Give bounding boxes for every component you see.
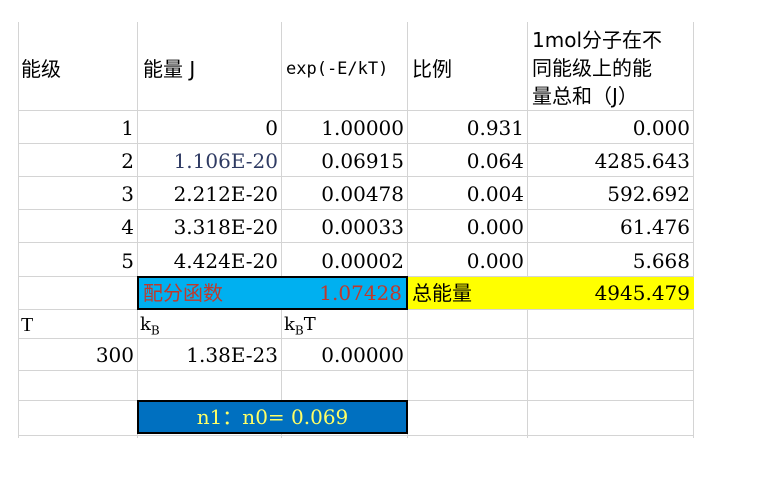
header-energy[interactable]: 能量 J — [140, 57, 281, 81]
cell-total[interactable]: 61.476 — [527, 215, 693, 239]
cell-exp[interactable]: 0.06915 — [281, 149, 407, 173]
total-energy-value: 4945.479 — [594, 281, 690, 305]
cell-level[interactable]: 5 — [18, 249, 137, 273]
grid-line — [18, 435, 694, 436]
total-energy-label: 总能量 — [412, 281, 472, 305]
header-exp[interactable]: exp(-E/kT) — [283, 57, 407, 81]
grid-line — [18, 110, 694, 111]
header-total-line: 量总和（J） — [532, 84, 638, 108]
cell-total[interactable]: 0.000 — [527, 116, 693, 140]
header-level[interactable]: 能级 — [18, 57, 137, 81]
cell-exp[interactable]: 0.00033 — [281, 215, 407, 239]
header-ratio[interactable]: 比例 — [409, 57, 527, 81]
cell-ratio[interactable]: 0.000 — [407, 215, 527, 239]
cell-total[interactable]: 592.692 — [527, 182, 693, 206]
cell-exp[interactable]: 1.00000 — [281, 116, 407, 140]
value-kbt[interactable]: 0.00000 — [281, 343, 407, 367]
grid-line — [18, 143, 694, 144]
partition-function-label: 配分函数 — [143, 281, 223, 305]
cell-ratio[interactable]: 0.064 — [407, 149, 527, 173]
cell-exp[interactable]: 0.00002 — [281, 249, 407, 273]
header-total[interactable]: 1mol分子在不 同能级上的能 量总和（J） — [529, 26, 693, 110]
partition-function-value: 1.07428 — [319, 281, 402, 305]
grid-line — [18, 370, 694, 371]
label-kbt[interactable]: kBT — [281, 313, 407, 343]
cell-ratio[interactable]: 0.004 — [407, 182, 527, 206]
cell-energy[interactable]: 0 — [137, 116, 281, 140]
grid-line — [18, 242, 694, 243]
cell-exp[interactable]: 0.00478 — [281, 182, 407, 206]
label-kbt-k: k — [284, 314, 295, 335]
grid-line — [18, 209, 694, 210]
cell-ratio[interactable]: 0.931 — [407, 116, 527, 140]
cell-level[interactable]: 1 — [18, 116, 137, 140]
value-t[interactable]: 300 — [18, 343, 137, 367]
label-kbt-t: T — [303, 314, 316, 335]
label-kb-sub: B — [150, 323, 160, 338]
label-kb[interactable]: kB — [137, 313, 281, 343]
label-t[interactable]: T — [18, 313, 137, 337]
grid-line — [18, 176, 694, 177]
value-kb[interactable]: 1.38E-23 — [137, 343, 281, 367]
header-total-line: 1mol分子在不 — [532, 28, 662, 52]
cell-level[interactable]: 2 — [18, 149, 137, 173]
label-kb-k: k — [140, 314, 151, 335]
cell-level[interactable]: 3 — [18, 182, 137, 206]
grid-line — [693, 22, 694, 438]
header-total-line: 同能级上的能 — [532, 56, 652, 80]
cell-energy[interactable]: 3.318E-20 — [137, 215, 281, 239]
cell-ratio[interactable]: 0.000 — [407, 249, 527, 273]
cell-energy[interactable]: 4.424E-20 — [137, 249, 281, 273]
cell-level[interactable]: 4 — [18, 215, 137, 239]
cell-energy[interactable]: 1.106E-20 — [137, 149, 281, 173]
cell-energy[interactable]: 2.212E-20 — [137, 182, 281, 206]
ratio-text: n1：n0= 0.069 — [196, 405, 349, 429]
cell-total[interactable]: 5.668 — [527, 249, 693, 273]
label-kbt-sub: B — [294, 323, 304, 338]
cell-total[interactable]: 4285.643 — [527, 149, 693, 173]
